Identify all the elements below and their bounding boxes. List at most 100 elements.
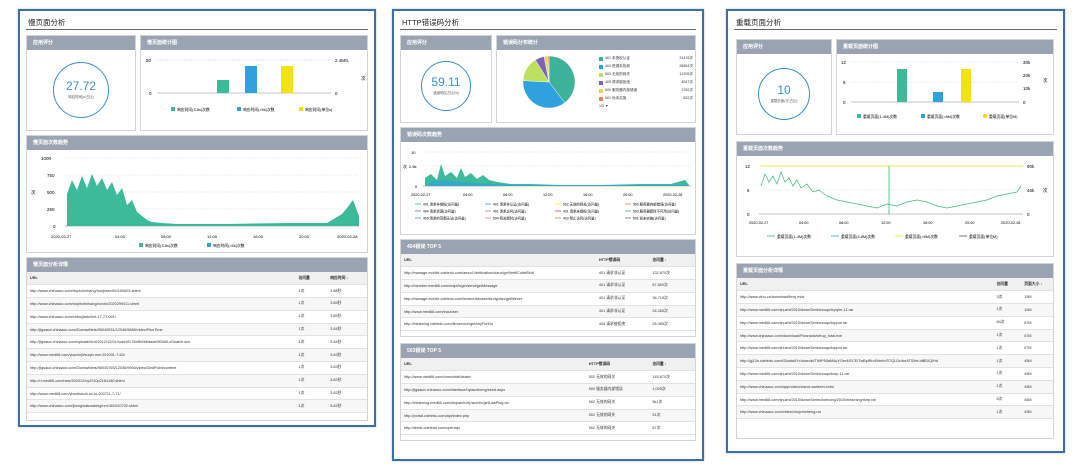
url-cell[interactable]: http://sbefc.cdeledu.com/openapi <box>401 421 586 436</box>
table-row[interactable]: http://gj12a.cdeledu.com/t3/auta/fYx/ica… <box>737 354 1053 369</box>
table-row[interactable]: http://manage.mobile.cdeledu.com/amud.Ve… <box>401 266 695 281</box>
col-url[interactable]: URL <box>401 254 596 268</box>
pie-legend-pager[interactable]: 1/3 ▼ <box>599 104 693 108</box>
col-visits[interactable]: 访问量 <box>295 272 328 286</box>
col-http-code[interactable]: HTTP错误码 <box>585 358 650 372</box>
url-cell[interactable]: http://www.chinaacc.com/download/Financi… <box>737 329 994 343</box>
table-row[interactable]: http://jigsaud.chinaacc.com/upload/html/… <box>27 335 367 350</box>
table-row[interactable]: http://www.med66.com/track/set 401 请求非认证 3… <box>401 305 695 319</box>
table-row[interactable]: http://elearning.cdeledu.com/fe/service/… <box>401 317 695 332</box>
pie-legend-item[interactable]: 404 资源未找到 28654次 <box>599 64 693 69</box>
x-tick: 16:00 <box>583 193 593 197</box>
url-cell[interactable]: http://member.med66.com/mapi/login/send/… <box>401 279 596 293</box>
table-row[interactable]: http://www.chinaacc.com/ruipitchinhang/x… <box>27 297 367 311</box>
table-row[interactable]: http://www.med66.com/yisuxinjli/suqin.mm… <box>27 348 367 363</box>
url-cell[interactable]: http://gj12a.cdeledu.com/t3/auta/fYx/ica… <box>737 354 994 369</box>
table-row[interactable]: http://ri.med66.com/new/200312/xy2010p21… <box>27 374 367 388</box>
table-row[interactable]: http://www.cthu.cn/download/fmzj.mdx 3次 15… <box>737 290 1053 305</box>
url-cell[interactable]: http://www.med66.com/ormo/stat/dealer <box>401 370 586 385</box>
pie-legend-item[interactable]: 500 服务器内部错误 1782次 <box>599 88 693 93</box>
value-cell: 1次 <box>993 329 1022 343</box>
card-header: 错误码次数趋势 <box>401 128 695 142</box>
url-cell[interactable]: http://www.chinaacc.com/jbong/satuasking… <box>27 399 296 414</box>
slow-bar-card: 慢页面统计图 50 0 2.4M/s 0 次 响应时间(3-5s)次数 响应时间… <box>140 35 368 131</box>
col-response-time[interactable]: 响应时间 ↓ <box>327 272 367 286</box>
url-cell[interactable]: http://manage.mobile.cdeledu.com/lecture… <box>401 292 596 306</box>
reload-trend-card: 重载页面次数趋势 12 6 0 90k 45k 0 次 2020-02-27 0… <box>736 141 1054 257</box>
x-tick: 12:00 <box>881 221 891 225</box>
table-row[interactable]: http://jigsaud.chinaacc.com/DoxnwMets/95… <box>27 361 367 375</box>
col-visits[interactable]: 访问量 <box>993 278 1022 292</box>
col-page-size[interactable]: 页面大小 ↓ <box>1021 278 1053 292</box>
table-row[interactable]: http://www.chinaacc.com/download/Financi… <box>737 329 1053 343</box>
bar-1-4m <box>897 69 907 102</box>
pie-legend-item[interactable]: 501 尚未实施 622次 <box>599 96 693 101</box>
value-cell: 1次 <box>295 348 328 363</box>
table-row[interactable]: http://manage.mobile.cdeledu.com/lecture… <box>401 292 695 306</box>
table-row[interactable]: http://www.med66.com/shuzhi/2010/downSer… <box>737 303 1053 317</box>
url-cell[interactable]: http://www.chinaacc.com/ruipitchinhang/x… <box>27 297 296 311</box>
url-cell[interactable]: http://www.med66.com/shuzhi/2010/downSer… <box>737 341 994 356</box>
error-pie-card: 错误码分布统计 401 未授权认证 31476次 404 资源未找到 28654次 50… <box>496 35 696 123</box>
table-row[interactable]: http://jigsaud.chinaacc.com/interface/hy… <box>401 383 695 397</box>
table-row[interactable]: http://elearning.med66.com/dispatch/zrj/… <box>401 396 695 410</box>
url-cell[interactable]: http://www.chinaacc.com/video/zhujchinhe… <box>737 405 994 420</box>
table-row[interactable]: http://sbefc.cdeledu.com/openapi 502 无效的网… <box>401 421 695 436</box>
url-cell[interactable]: http://www.cthu.cn/download/fmzj.mdx <box>737 290 994 305</box>
url-cell[interactable]: http://www.med66.com/track/set <box>401 305 596 319</box>
col-url[interactable]: URL <box>401 358 586 372</box>
url-cell[interactable]: http://www.med66.com/shuzhi/2010/downSer… <box>737 367 994 381</box>
url-cell[interactable]: http://www.med66.com/shuzhi/2010/downSer… <box>737 393 994 407</box>
url-cell[interactable]: http://jigsaud.chinaacc.com/interface/hy… <box>401 383 586 397</box>
col-visits[interactable]: 访问量 ↓ <box>649 254 695 268</box>
table-row[interactable]: http://www.med66.com/shuzhi/2010/downSer… <box>737 341 1053 356</box>
url-cell[interactable]: http://www.med66.com/yisuxinjli/suqin.mm… <box>27 348 296 363</box>
table-row[interactable]: http://www.chinaacc.com/app/video/xianct… <box>737 380 1053 394</box>
url-cell[interactable]: http://manage.mobile.cdeledu.com/amud.Ve… <box>401 266 596 281</box>
table-row[interactable]: http://jigsaud.chinaacc.com/DoxnwMets/95… <box>27 323 367 337</box>
url-cell[interactable]: http://www.med66.com/yixuekao/a-ux-tx-20… <box>27 387 296 401</box>
url-cell[interactable]: http://www.med66.com/shuzhi/2010/downSer… <box>737 316 994 330</box>
table-row[interactable]: http://www.chinaacc.com/zhbuijiadu/hnt-1… <box>27 310 367 324</box>
url-cell[interactable]: http://jigsaud.chinaacc.com/upload/html/… <box>27 335 296 350</box>
table-row[interactable]: http://www.med66.com/shuzhi/2010/downSer… <box>737 316 1053 330</box>
col-url[interactable]: URL <box>737 278 994 292</box>
table-row[interactable]: http://www.med66.com/shuzhi/2010/downSer… <box>737 367 1053 381</box>
table-row[interactable]: http://portal.cdeledu.com/api/index.php 5… <box>401 409 695 423</box>
col-http-code[interactable]: HTTP错误码 <box>595 254 650 268</box>
y-right-tick: 0 <box>1023 100 1026 105</box>
url-cell[interactable]: http://www.chinaacc.com/app/video/xianct… <box>737 380 994 394</box>
value-cell: 45M <box>1021 354 1053 369</box>
url-cell[interactable]: http://elearning.med66.com/dispatch/zrj/… <box>401 396 586 410</box>
x-tick: 2020-02-27 <box>51 234 72 239</box>
col-visits[interactable]: 访问量 ↓ <box>649 358 695 372</box>
url-cell[interactable]: http://jigsaud.chinaacc.com/DoxnwMets/95… <box>27 323 296 337</box>
legend-label: 401 请求非认证(访问量) <box>493 202 529 207</box>
card-header: 慢页面分析详情 <box>27 258 367 272</box>
slow-detail-table: URL 访问量 响应时间 ↓ http://www.chinaacc.com/r… <box>27 272 367 414</box>
table-row[interactable]: http://www.med66.com/ormo/stat/dealer 502… <box>401 370 695 385</box>
pie-legend-item[interactable]: 401 未授权认证 31476次 <box>599 56 693 61</box>
table-row[interactable]: http://www.med66.com/yixuekao/a-ux-tx-20… <box>27 387 367 401</box>
url-cell[interactable]: http://www.chinaacc.com/rtuplchinhang/hu… <box>27 284 296 299</box>
url-cell[interactable]: http://www.med66.com/shuzhi/2010/downSer… <box>737 303 994 317</box>
x-tick: 20:00 <box>965 221 975 225</box>
url-cell[interactable]: http://elearning.cdeledu.com/fe/service/… <box>401 317 596 332</box>
card-header: 重载页面分析详情 <box>737 264 1053 278</box>
y-tick: 50 <box>146 58 152 63</box>
table-row[interactable]: http://www.chinaacc.com/video/zhujchinhe… <box>737 405 1053 420</box>
value-cell: 45M <box>1021 367 1053 381</box>
table-row[interactable]: http://www.med66.com/shuzhi/2010/downSer… <box>737 393 1053 407</box>
table-row[interactable]: http://member.med66.com/mapi/login/send/… <box>401 279 695 293</box>
url-cell[interactable]: http://portal.cdeledu.com/api/index.php <box>401 409 586 423</box>
x-tick: 12:00 <box>543 193 553 197</box>
col-url[interactable]: URL <box>27 272 296 286</box>
pie-legend-item[interactable]: 503 无效的网关 12205次 <box>599 72 693 77</box>
url-cell[interactable]: http://www.chinaacc.com/zhbuijiadu/hnt-1… <box>27 310 296 324</box>
url-cell[interactable]: http://ri.med66.com/new/200312/xy2010p21… <box>27 374 296 388</box>
table-row[interactable]: http://www.chinaacc.com/jbong/satuasking… <box>27 399 367 414</box>
pie-legend-item[interactable]: 405 请求被拒绝 4547次 <box>599 80 693 85</box>
url-cell[interactable]: http://jigsaud.chinaacc.com/DoxnwMets/95… <box>27 361 296 375</box>
table-row[interactable]: http://www.chinaacc.com/rtuplchinhang/hu… <box>27 284 367 299</box>
value-cell: 1次 <box>993 354 1022 369</box>
